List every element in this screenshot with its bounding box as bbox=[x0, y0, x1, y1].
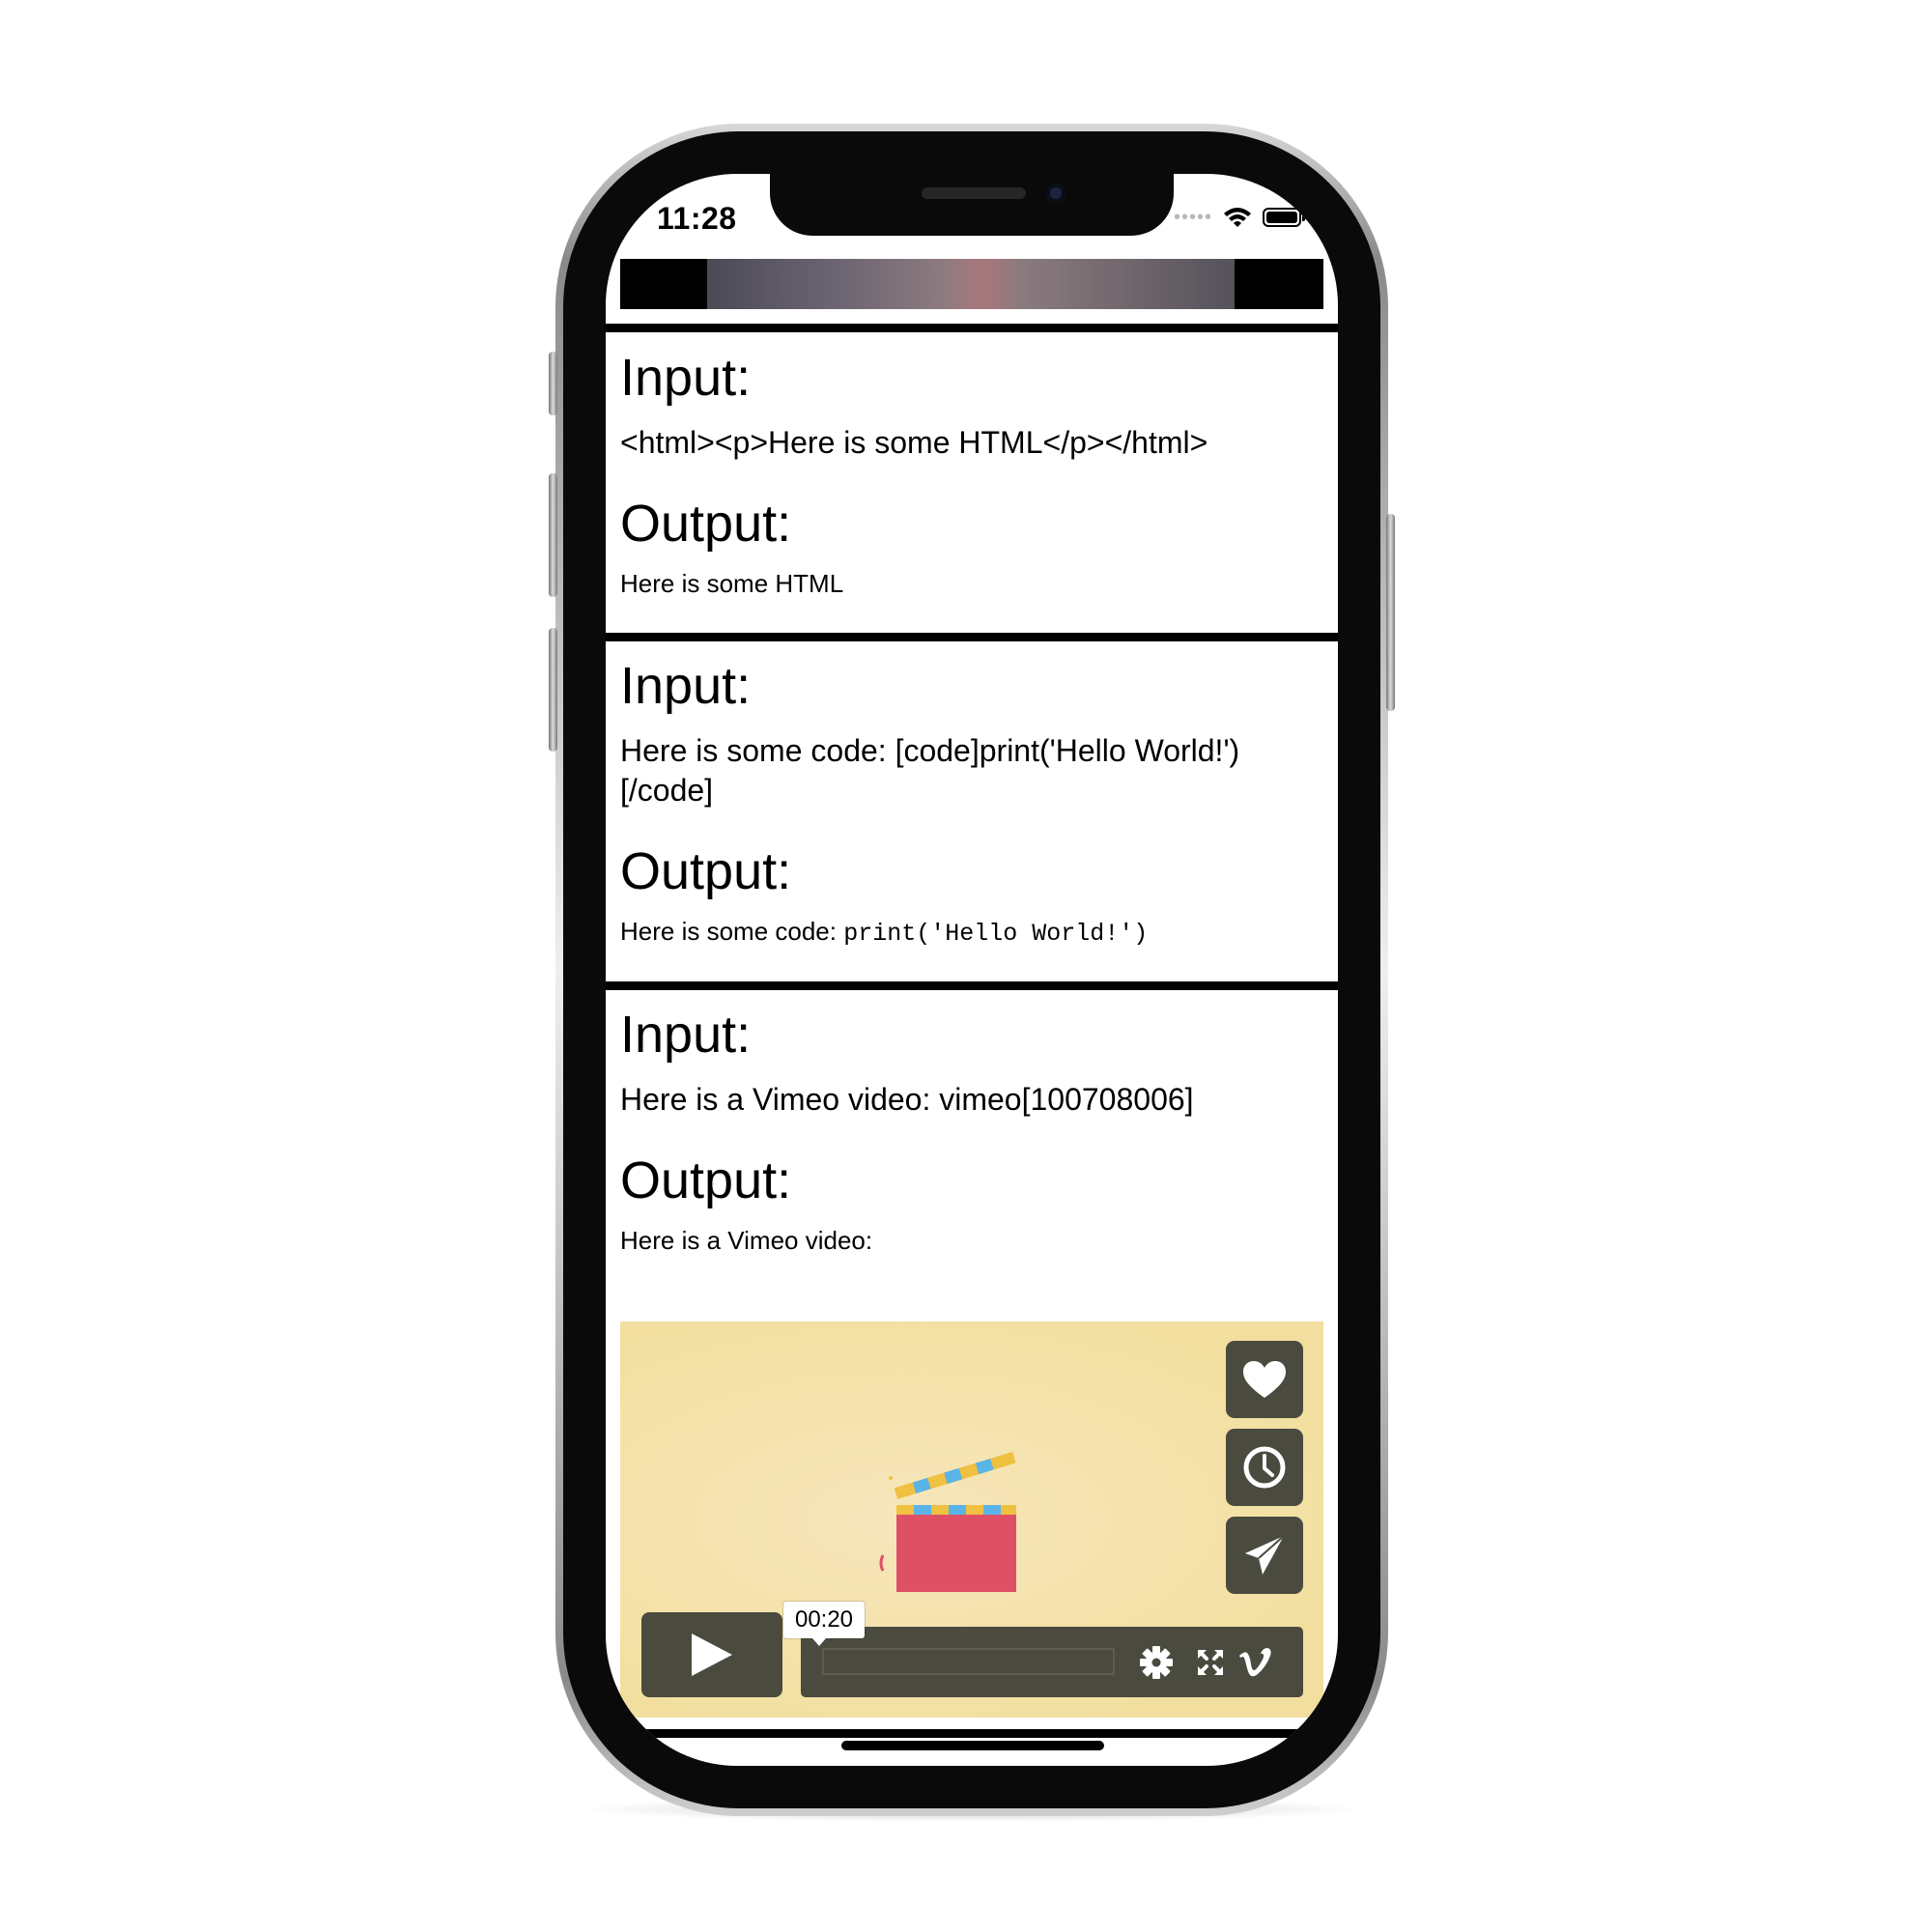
control-bar bbox=[801, 1627, 1303, 1697]
example-section-code: Input: Here is some code: [code]print('H… bbox=[620, 660, 1323, 949]
fullscreen-icon bbox=[1198, 1650, 1223, 1675]
battery-icon bbox=[1263, 208, 1305, 227]
section-divider bbox=[606, 633, 1338, 641]
heart-icon bbox=[1243, 1361, 1286, 1398]
front-camera bbox=[1046, 184, 1065, 203]
play-icon bbox=[692, 1634, 732, 1676]
play-button[interactable] bbox=[641, 1612, 782, 1697]
section-divider bbox=[606, 324, 1338, 332]
settings-button[interactable] bbox=[1137, 1643, 1176, 1682]
input-heading: Input: bbox=[620, 1006, 752, 1064]
example-section-html: Input: <html><p>Here is some HTML</p></h… bbox=[620, 352, 1323, 598]
vimeo-player[interactable]: 00:20 bbox=[620, 1321, 1323, 1718]
input-text: Here is some code: [code]print('Hello Wo… bbox=[620, 733, 1240, 808]
output-text: Here is some HTML bbox=[620, 569, 844, 598]
top-video-embed[interactable] bbox=[620, 259, 1323, 309]
output-code: print('Hello World!') bbox=[843, 920, 1149, 948]
home-indicator[interactable] bbox=[841, 1741, 1104, 1750]
output-heading: Output: bbox=[620, 842, 792, 900]
send-icon bbox=[1245, 1535, 1285, 1575]
progress-bar[interactable] bbox=[822, 1648, 1115, 1675]
power-button bbox=[1386, 514, 1395, 711]
phone-screen: 11:28 ••••• Input: <html><p>Here is some… bbox=[606, 174, 1338, 1766]
vimeo-logo-icon bbox=[1239, 1648, 1271, 1677]
output-text: Here is some code: bbox=[620, 917, 844, 946]
fullscreen-button[interactable] bbox=[1191, 1643, 1230, 1682]
battery-fill bbox=[1266, 212, 1297, 223]
status-indicators: ••••• bbox=[1173, 203, 1305, 232]
section-divider bbox=[606, 981, 1338, 990]
input-text: <html><p>Here is some HTML</p></html> bbox=[620, 425, 1208, 460]
share-button[interactable] bbox=[1226, 1517, 1303, 1594]
example-section-vimeo: Input: Here is a Vimeo video: vimeo[1007… bbox=[620, 1009, 1323, 1255]
output-text: Here is a Vimeo video: bbox=[620, 1226, 873, 1255]
settings-icon bbox=[1140, 1646, 1173, 1679]
section-divider bbox=[606, 1729, 1338, 1738]
like-button[interactable] bbox=[1226, 1341, 1303, 1418]
input-heading: Input: bbox=[620, 657, 752, 715]
mute-switch bbox=[549, 352, 557, 415]
volume-down-button bbox=[549, 628, 557, 752]
clock-icon bbox=[1243, 1446, 1286, 1489]
speaker-grille bbox=[922, 187, 1026, 199]
input-text: Here is a Vimeo video: vimeo[100708006] bbox=[620, 1082, 1194, 1117]
vimeo-logo-button[interactable] bbox=[1236, 1643, 1274, 1682]
top-video-frame bbox=[707, 259, 1235, 309]
input-heading: Input: bbox=[620, 349, 752, 407]
signal-dots-icon: ••••• bbox=[1173, 206, 1212, 228]
output-heading: Output: bbox=[620, 1151, 792, 1209]
output-heading: Output: bbox=[620, 495, 792, 553]
status-time: 11:28 bbox=[657, 201, 737, 236]
battery-tip bbox=[1302, 214, 1305, 221]
notch bbox=[770, 174, 1174, 236]
volume-up-button bbox=[549, 473, 557, 597]
wifi-icon bbox=[1224, 208, 1251, 227]
time-tooltip: 00:20 bbox=[783, 1602, 865, 1646]
output-line: Here is some code: print('Hello World!') bbox=[620, 917, 1323, 949]
watch-later-button[interactable] bbox=[1226, 1429, 1303, 1506]
clapperboard-illustration bbox=[879, 1451, 1016, 1592]
